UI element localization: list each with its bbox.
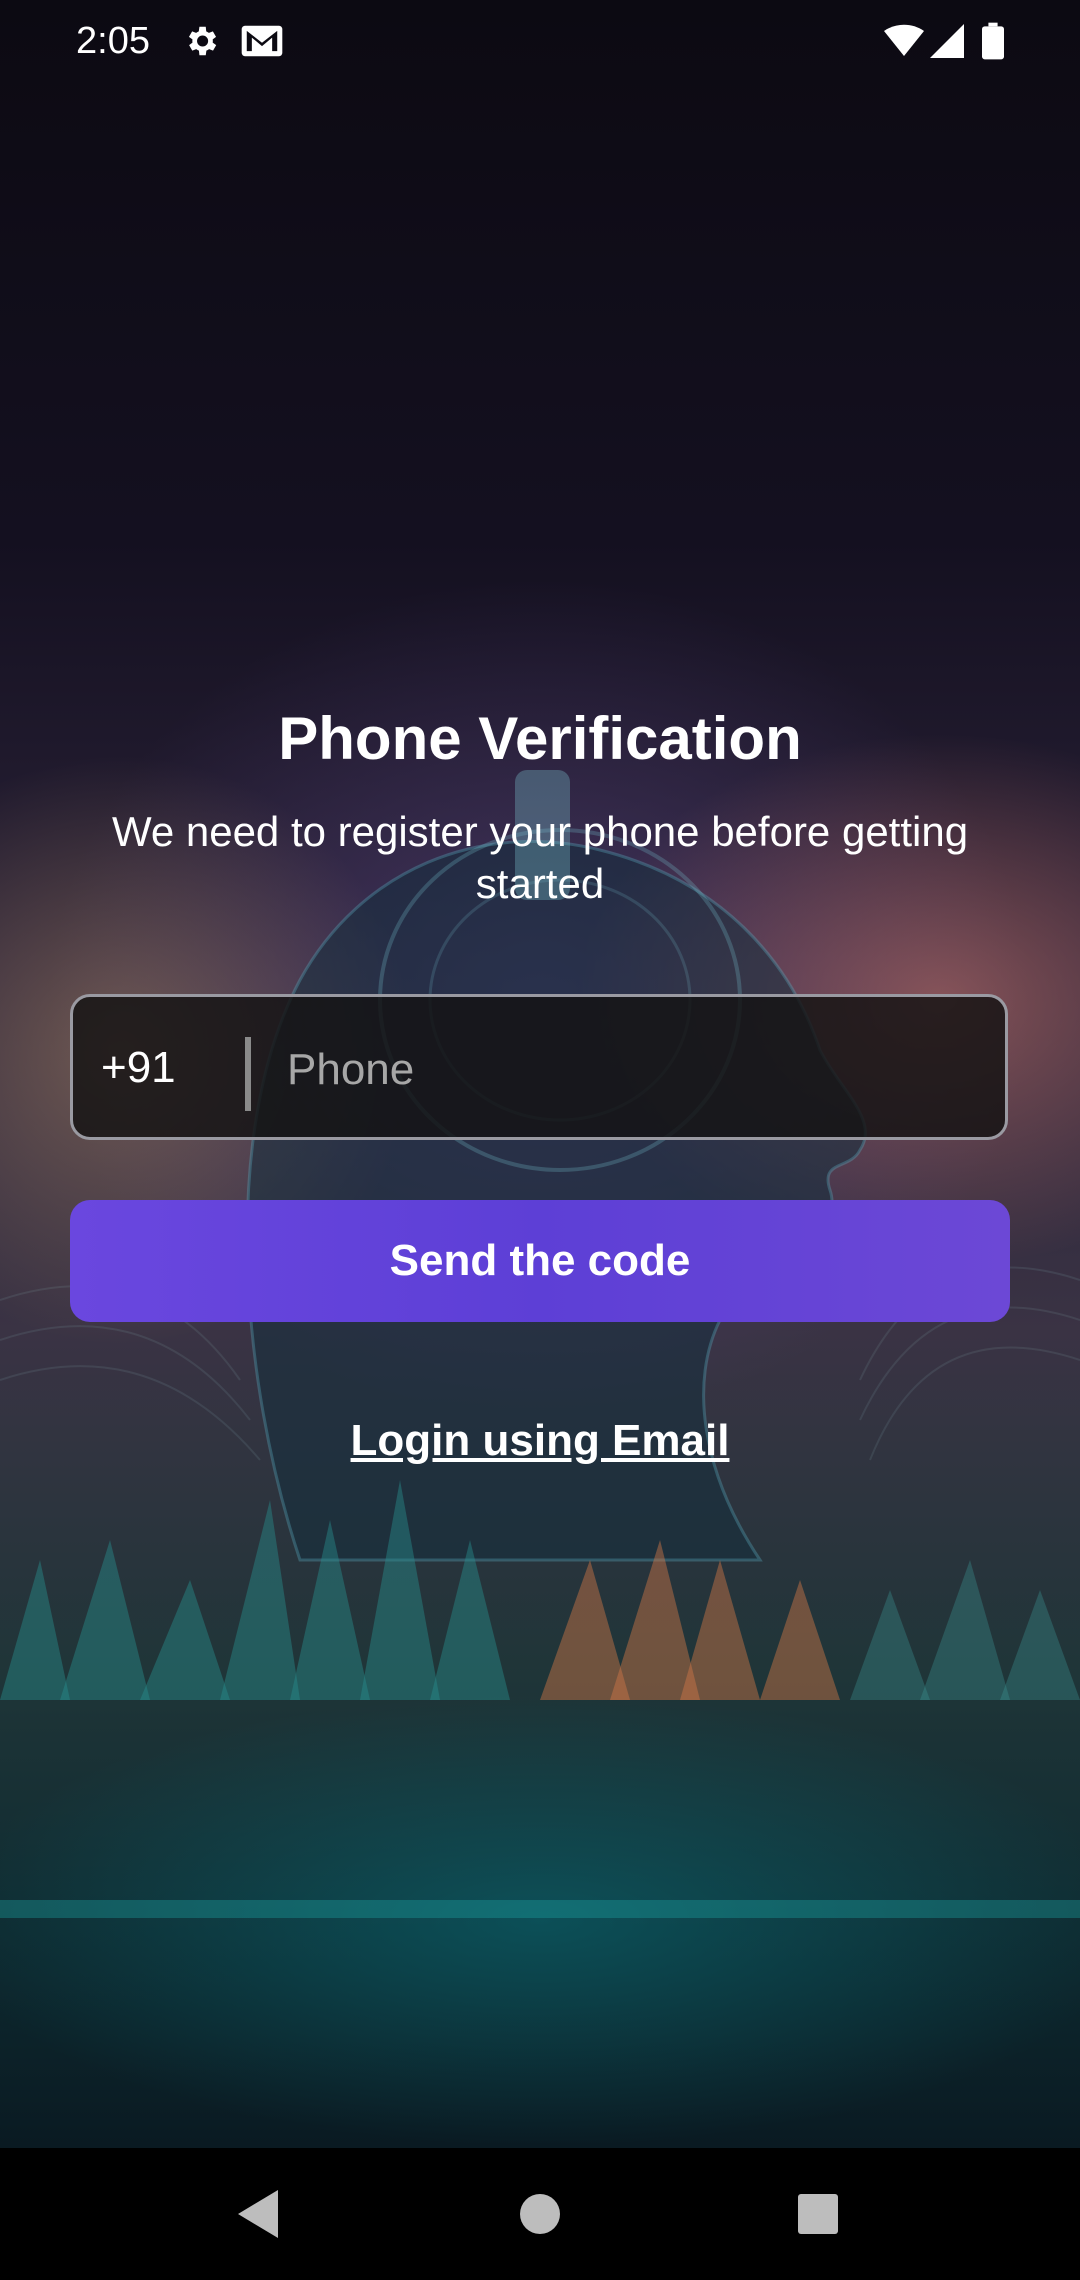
screen: 2:05 Phone Verification We need to regis…	[0, 0, 1080, 2280]
back-icon[interactable]	[220, 2178, 300, 2250]
page-subtitle: We need to register your phone before ge…	[111, 808, 969, 907]
navigation-bar	[0, 2148, 1080, 2280]
page-title: Phone Verification	[278, 705, 802, 772]
recents-icon[interactable]	[778, 2178, 858, 2250]
status-bar: 2:05	[0, 0, 1080, 88]
gmail-icon	[240, 22, 284, 65]
login-email-link[interactable]: Login using Email	[0, 1416, 1080, 1466]
phone-input[interactable]	[287, 1027, 977, 1113]
phone-field[interactable]: +91	[70, 994, 1008, 1140]
text-cursor	[245, 1037, 251, 1111]
home-icon[interactable]	[500, 2178, 580, 2250]
send-code-button[interactable]: Send the code	[70, 1200, 1010, 1322]
cell-signal-icon	[930, 24, 964, 63]
country-code[interactable]: +91	[101, 1043, 176, 1093]
status-time: 2:05	[76, 20, 150, 62]
gear-icon	[182, 22, 220, 65]
battery-icon	[982, 22, 1004, 65]
wifi-icon	[884, 24, 924, 63]
